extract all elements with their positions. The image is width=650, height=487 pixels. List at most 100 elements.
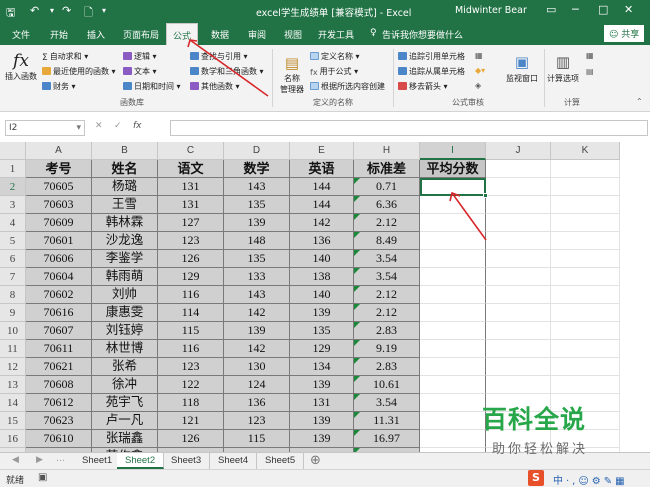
empty-cell[interactable] — [486, 178, 551, 196]
table-cell[interactable]: 126 — [158, 430, 224, 448]
table-header-cell[interactable]: 考号 — [26, 160, 92, 178]
empty-cell[interactable] — [551, 250, 620, 268]
new-document-icon[interactable]: 🗋 — [84, 4, 93, 23]
table-cell[interactable]: 70621 — [26, 358, 92, 376]
empty-cell[interactable] — [486, 268, 551, 286]
empty-cell[interactable] — [486, 304, 551, 322]
row-header-3[interactable]: 3 — [0, 196, 26, 214]
redo-icon[interactable]: ↷ — [62, 4, 71, 17]
name-manager-button[interactable]: ▤ 名称 管理器 — [276, 53, 308, 95]
create-from-selection-button[interactable]: 根据所选内容创建 — [310, 81, 385, 92]
logical-button[interactable]: 逻辑 ▾ — [123, 51, 157, 62]
collapse-ribbon-icon[interactable]: ⌃ — [636, 97, 643, 106]
define-name-button[interactable]: 定义名称 ▾ — [310, 51, 360, 62]
table-cell[interactable]: 126 — [158, 250, 224, 268]
table-cell[interactable]: 70611 — [26, 340, 92, 358]
row-header-16[interactable]: 16 — [0, 430, 26, 448]
row-header-11[interactable]: 11 — [0, 340, 26, 358]
table-cell[interactable]: 139 — [290, 412, 354, 430]
table-cell[interactable] — [420, 376, 486, 394]
table-cell[interactable] — [420, 196, 486, 214]
student-name-cell[interactable]: 韩林霖 — [92, 214, 158, 232]
empty-cell[interactable] — [486, 250, 551, 268]
tab-formulas[interactable]: 公式 — [166, 23, 199, 45]
table-cell[interactable] — [420, 250, 486, 268]
empty-cell[interactable] — [486, 340, 551, 358]
table-cell[interactable]: 123 — [224, 412, 290, 430]
empty-cell[interactable] — [551, 268, 620, 286]
table-cell[interactable]: 70604 — [26, 268, 92, 286]
table-cell[interactable]: 8.49 — [354, 232, 420, 250]
student-name-cell[interactable]: 张希 — [92, 358, 158, 376]
empty-cell[interactable] — [551, 196, 620, 214]
table-cell[interactable]: 70623 — [26, 412, 92, 430]
tab-review[interactable]: 审阅 — [248, 28, 266, 41]
lookup-button[interactable]: 查找与引用 ▾ — [190, 51, 248, 62]
column-header-e[interactable]: E — [290, 142, 354, 160]
table-cell[interactable]: 70610 — [26, 430, 92, 448]
column-header-k[interactable]: K — [551, 142, 620, 160]
tab-developer[interactable]: 开发工具 — [318, 28, 354, 41]
table-cell[interactable]: 138 — [290, 268, 354, 286]
table-cell[interactable]: 131 — [290, 394, 354, 412]
table-cell[interactable]: 123 — [158, 358, 224, 376]
empty-cell[interactable] — [486, 322, 551, 340]
student-name-cell[interactable]: 韩雨萌 — [92, 268, 158, 286]
select-all-button[interactable] — [0, 142, 26, 160]
student-name-cell[interactable]: 卢一凡 — [92, 412, 158, 430]
trace-precedents-button[interactable]: 追踪引用单元格 — [398, 51, 465, 62]
table-cell[interactable]: 139 — [290, 430, 354, 448]
table-cell[interactable]: 122 — [158, 376, 224, 394]
empty-cell[interactable] — [551, 178, 620, 196]
table-cell[interactable]: 116 — [158, 286, 224, 304]
table-cell[interactable]: 136 — [224, 394, 290, 412]
table-cell[interactable]: 124 — [224, 376, 290, 394]
table-header-cell[interactable]: 平均分数 — [420, 160, 486, 178]
sheet-tab-2[interactable]: Sheet2 — [117, 453, 165, 469]
table-cell[interactable]: 11.31 — [354, 412, 420, 430]
row-header-7[interactable]: 7 — [0, 268, 26, 286]
table-cell[interactable]: 142 — [224, 304, 290, 322]
selected-cell[interactable] — [420, 178, 488, 198]
column-header-a[interactable]: A — [26, 142, 92, 160]
table-cell[interactable]: 142 — [224, 340, 290, 358]
fill-handle[interactable] — [483, 193, 488, 198]
text-button[interactable]: 文本 ▾ — [123, 66, 157, 77]
close-icon[interactable]: ✕ — [624, 3, 633, 16]
table-cell[interactable]: 129 — [290, 340, 354, 358]
table-cell[interactable]: 70605 — [26, 178, 92, 196]
prev-sheet-icon[interactable]: ◀ — [12, 455, 19, 465]
tab-data[interactable]: 数据 — [211, 28, 229, 41]
table-cell[interactable]: 127 — [158, 214, 224, 232]
ribbon-display-icon[interactable]: ▭ — [546, 3, 556, 16]
empty-cell[interactable] — [486, 232, 551, 250]
sheet-tab-1[interactable]: Sheet1 — [74, 453, 122, 469]
more-sheets-icon[interactable]: … — [56, 454, 65, 464]
student-name-cell[interactable]: 林世博 — [92, 340, 158, 358]
recent-functions-button[interactable]: 最近使用的函数 ▾ — [42, 66, 116, 77]
empty-cell[interactable] — [486, 286, 551, 304]
table-cell[interactable] — [420, 268, 486, 286]
sheet-tab-5[interactable]: Sheet5 — [257, 453, 305, 469]
table-cell[interactable]: 131 — [158, 178, 224, 196]
minimize-icon[interactable]: ─ — [572, 3, 579, 16]
new-sheet-icon[interactable]: ⊕ — [310, 453, 321, 468]
student-name-cell[interactable]: 苑宇飞 — [92, 394, 158, 412]
table-cell[interactable]: 70606 — [26, 250, 92, 268]
watch-window-button[interactable]: ▣ 监视窗口 — [502, 51, 542, 84]
autosum-button[interactable]: Σ 自动求和 ▾ — [42, 51, 88, 63]
row-header-13[interactable]: 13 — [0, 376, 26, 394]
table-cell[interactable]: 70603 — [26, 196, 92, 214]
table-cell[interactable]: 3.54 — [354, 394, 420, 412]
table-header-cell[interactable]: 标准差 — [354, 160, 420, 178]
table-cell[interactable]: 70607 — [26, 322, 92, 340]
column-header-j[interactable]: J — [486, 142, 551, 160]
table-cell[interactable]: 2.83 — [354, 322, 420, 340]
row-header-5[interactable]: 5 — [0, 232, 26, 250]
datetime-button[interactable]: 日期和时间 ▾ — [123, 81, 181, 92]
table-cell[interactable]: 139 — [224, 322, 290, 340]
table-cell[interactable] — [420, 340, 486, 358]
empty-cell[interactable] — [551, 340, 620, 358]
undo-icon[interactable]: ↶ — [30, 4, 39, 17]
formula-input[interactable] — [170, 120, 648, 136]
